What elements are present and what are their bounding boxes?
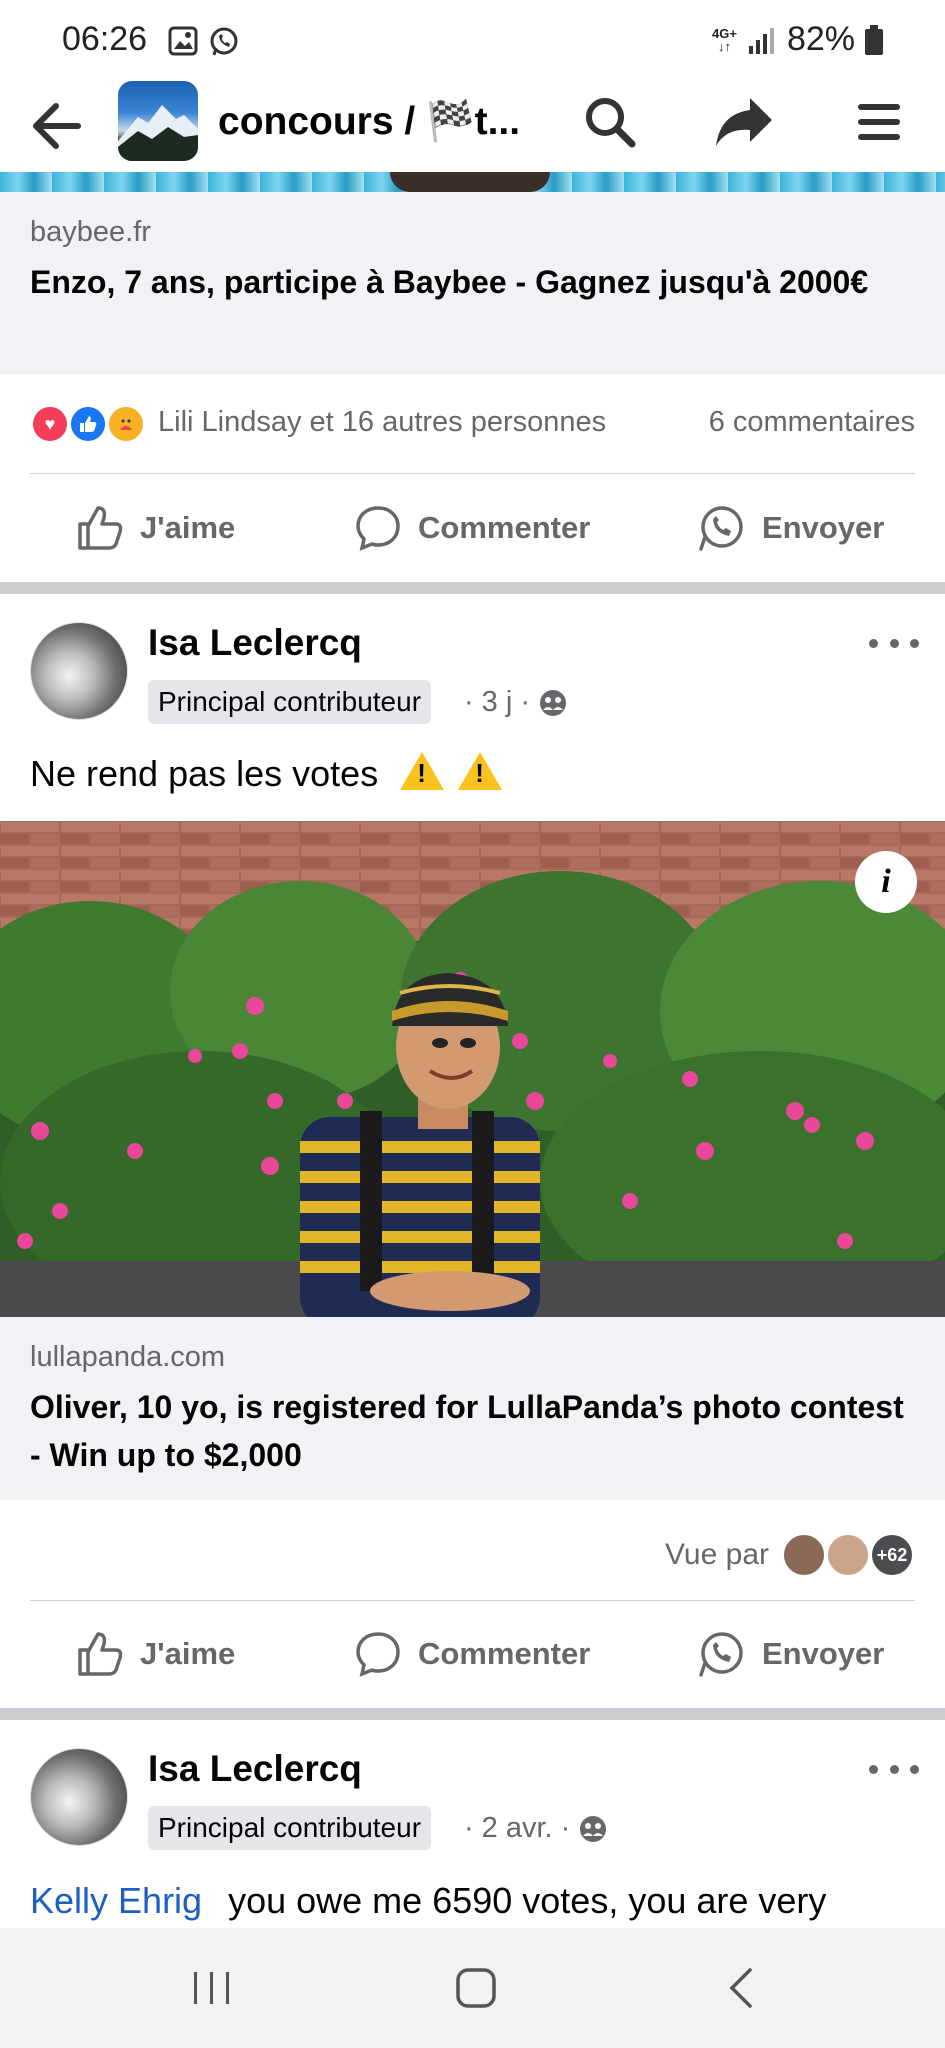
thumbs-up-icon <box>78 506 123 550</box>
search-icon[interactable] <box>580 92 640 152</box>
previous-photo-detail <box>390 172 550 192</box>
info-button[interactable]: i <box>855 851 917 913</box>
love-reaction-icon: ♥ <box>30 404 70 444</box>
battery-percent: 82% <box>786 20 855 58</box>
more-options-button[interactable] <box>869 1754 919 1784</box>
viewer-avatar <box>781 1532 827 1578</box>
like-button[interactable]: J'aime <box>76 1604 235 1704</box>
like-reaction-icon <box>68 404 108 444</box>
battery-icon <box>865 24 883 55</box>
app-header: concours / 🏁t... <box>0 78 945 172</box>
meta-dot: · <box>464 686 474 718</box>
group-audience-icon <box>539 689 566 716</box>
group-audience-icon <box>580 1815 607 1842</box>
like-label: J'aime <box>140 1636 236 1671</box>
meta-dot: · <box>520 686 530 718</box>
warning-icon <box>458 752 503 790</box>
post-text-content: you owe me 6590 votes, you are very <box>228 1880 827 1921</box>
recent-apps-icon[interactable] <box>182 1958 242 2018</box>
contributor-badge: Principal contributeur <box>148 680 432 724</box>
send-button[interactable]: Envoyer <box>696 478 884 578</box>
system-nav-bar <box>0 1928 945 2048</box>
group-avatar[interactable] <box>118 81 198 161</box>
more-options-button[interactable] <box>869 628 919 658</box>
share-icon[interactable] <box>712 92 776 152</box>
reactions-row[interactable]: ♥ Lili Lindsay et 16 autres personnes 6 … <box>30 394 915 454</box>
divider <box>30 473 915 474</box>
post-time[interactable]: 3 j <box>482 686 513 719</box>
contributor-badge: Principal contributeur <box>148 1806 432 1850</box>
like-label: J'aime <box>140 510 236 545</box>
post-header: Isa Leclercq Principal contributeur · 2 … <box>0 1748 945 1858</box>
post-separator <box>0 1708 945 1720</box>
comment-button[interactable]: Commenter <box>354 1604 590 1704</box>
post-text: Ne rend pas les votes <box>30 752 503 795</box>
back-nav-icon[interactable] <box>712 1958 772 2018</box>
status-right: 4G+ ↓↑ 82% <box>712 20 883 59</box>
link-domain: lullapanda.com <box>30 1341 226 1373</box>
post-time[interactable]: 2 avr. <box>482 1812 553 1845</box>
author-name[interactable]: Isa Leclercq <box>148 622 362 664</box>
send-label: Envoyer <box>762 510 885 545</box>
network-indicator: 4G+ ↓↑ <box>712 25 737 54</box>
reaction-icons: ♥ <box>30 404 150 444</box>
care-reaction-icon <box>106 404 146 444</box>
seen-by-row[interactable]: Vue par +62 <box>665 1527 915 1583</box>
mention-link[interactable]: Kelly Ehrig <box>30 1880 202 1921</box>
mountain-image <box>118 105 198 161</box>
link-domain: baybee.fr <box>30 216 151 248</box>
post-header: Isa Leclercq Principal contributeur · 3 … <box>0 622 945 732</box>
seen-by-avatars: +62 <box>781 1532 915 1578</box>
send-label: Envoyer <box>762 1636 885 1671</box>
meta-dot: · <box>464 1812 474 1844</box>
comment-button[interactable]: Commenter <box>354 478 590 578</box>
post-text: Kelly Ehrig you owe me 6590 votes, you a… <box>30 1880 826 1922</box>
link-title: Oliver, 10 yo, is registered for LullaPa… <box>30 1389 904 1473</box>
gallery-icon <box>168 26 198 56</box>
comment-icon <box>356 506 400 551</box>
post-separator <box>0 582 945 594</box>
group-title: concours / 🏁t... <box>218 100 521 143</box>
post-meta: · 2 avr. · <box>464 1812 608 1845</box>
action-bar: J'aime Commenter Envoyer <box>0 478 945 578</box>
status-time: 06:26 <box>62 20 148 58</box>
status-bar: 06:26 4G+ ↓↑ 82% <box>0 0 945 78</box>
home-icon[interactable] <box>446 1958 506 2018</box>
author-name[interactable]: Isa Leclercq <box>148 1748 362 1790</box>
comment-label: Commenter <box>418 510 591 545</box>
post-text-content: Ne rend pas les votes <box>30 753 379 794</box>
whatsapp-icon <box>699 1632 743 1677</box>
action-bar: J'aime Commenter Envoyer <box>0 1604 945 1704</box>
reactions-text: Lili Lindsay et 16 autres personnes <box>158 406 607 438</box>
viewer-avatar <box>825 1532 871 1578</box>
divider <box>30 1600 915 1601</box>
link-preview[interactable]: lullapanda.com Oliver, 10 yo, is registe… <box>0 1317 945 1500</box>
like-button[interactable]: J'aime <box>76 478 235 578</box>
meta-dot: · <box>560 1812 571 1844</box>
comments-count[interactable]: 6 commentaires <box>709 406 915 439</box>
seen-by-label: Vue par <box>665 1538 769 1571</box>
link-preview[interactable]: baybee.fr Enzo, 7 ans, participe à Baybe… <box>0 192 945 374</box>
signal-icon <box>748 27 774 54</box>
link-title: Enzo, 7 ans, participe à Baybee - Gagnez… <box>30 264 869 300</box>
back-arrow-icon[interactable] <box>28 98 88 154</box>
whatsapp-status-icon <box>210 27 238 56</box>
author-avatar[interactable] <box>30 622 128 720</box>
warning-icon <box>400 752 445 790</box>
post-meta: · 3 j · <box>464 686 568 719</box>
send-button[interactable]: Envoyer <box>696 1604 884 1704</box>
comment-icon <box>356 1632 400 1677</box>
viewer-count-badge: +62 <box>869 1532 915 1578</box>
post-photo[interactable]: i <box>0 821 945 1317</box>
thumbs-up-icon <box>78 1632 123 1676</box>
boy-with-flowers-photo <box>0 821 945 1317</box>
comment-label: Commenter <box>418 1636 591 1671</box>
whatsapp-icon <box>699 506 743 551</box>
menu-icon[interactable] <box>850 92 910 152</box>
author-avatar[interactable] <box>30 1748 128 1846</box>
